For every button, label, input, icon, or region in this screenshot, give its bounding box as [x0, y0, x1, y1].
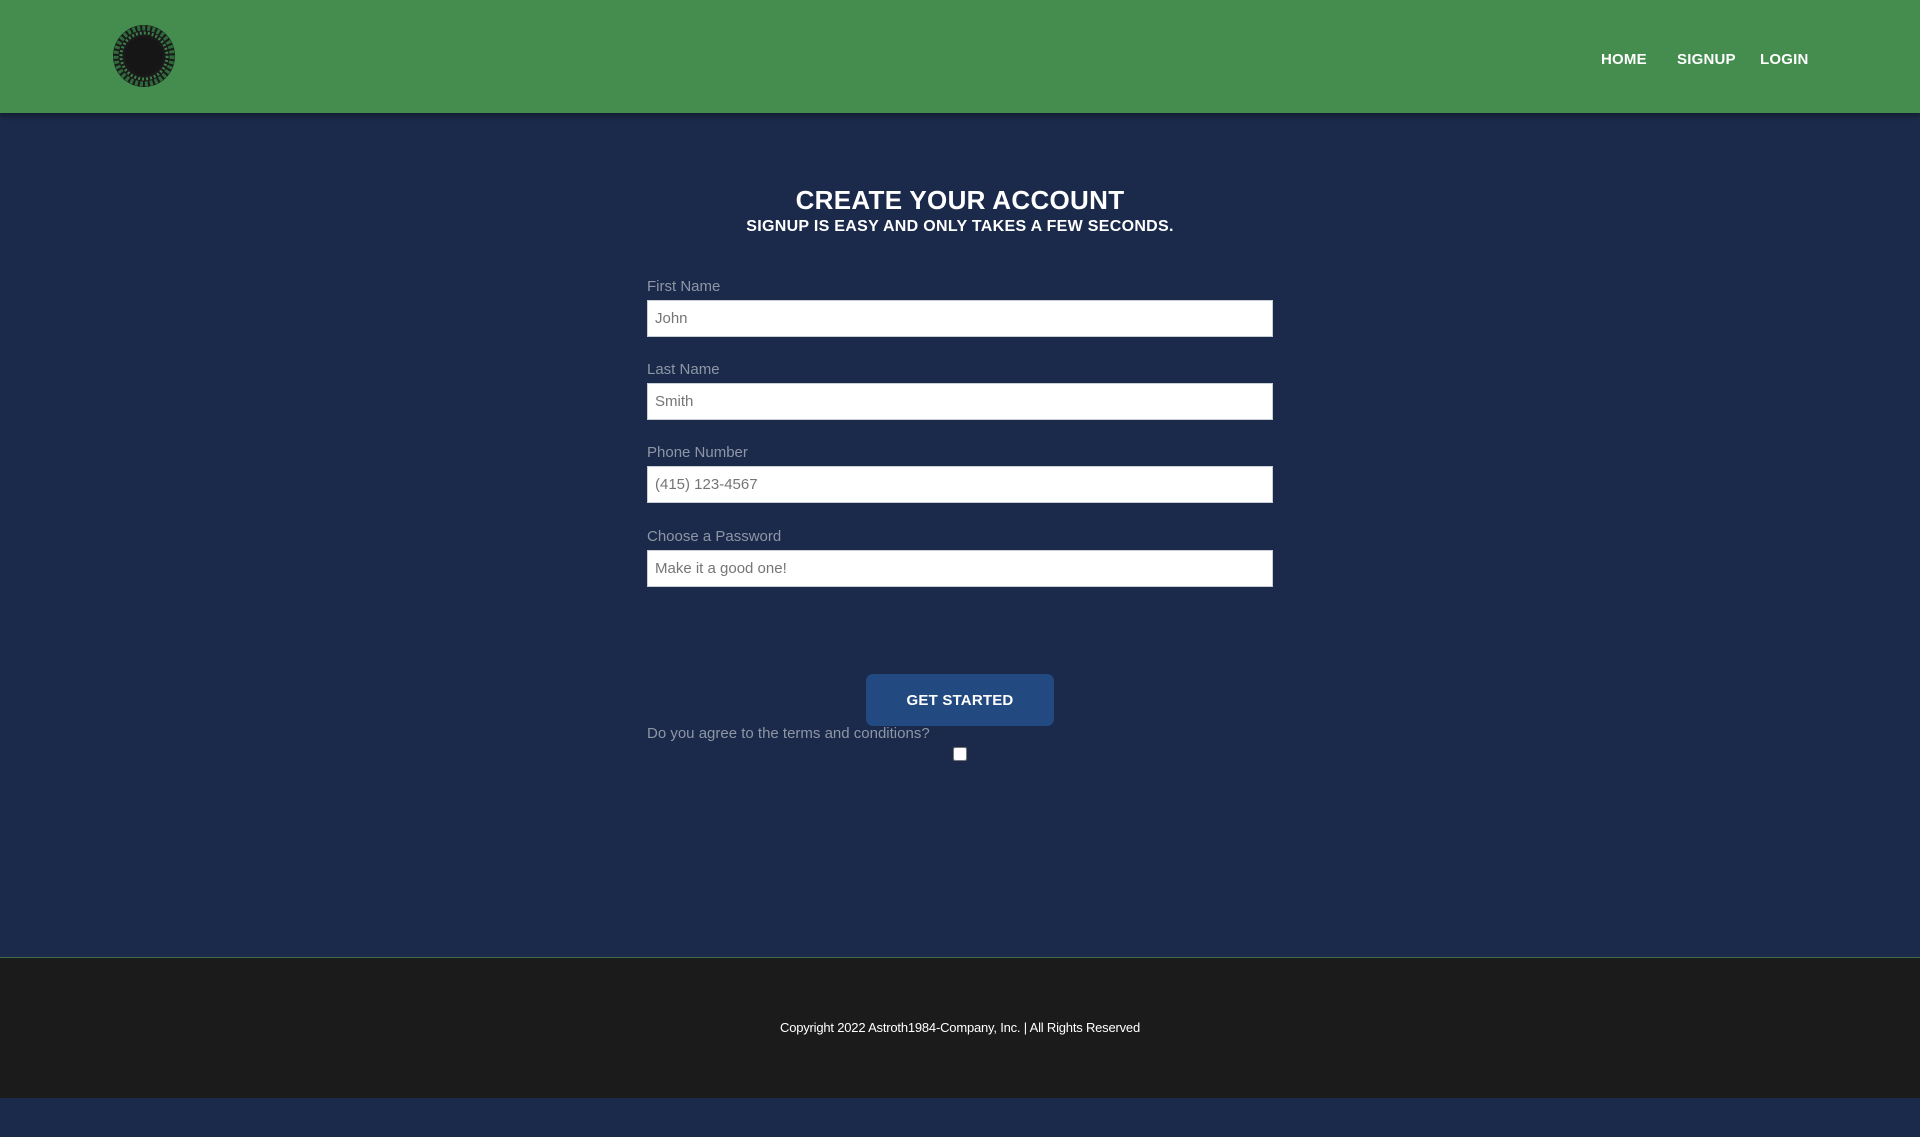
last-name-input[interactable]	[647, 383, 1273, 420]
signup-section: CREATE YOUR ACCOUNT SIGNUP IS EASY AND O…	[0, 113, 1920, 958]
password-label: Choose a Password	[647, 528, 782, 545]
terms-checkbox[interactable]	[953, 747, 967, 761]
nav-login-link[interactable]: LOGIN	[1760, 51, 1809, 68]
last-name-label: Last Name	[647, 361, 720, 378]
nav-signup-link[interactable]: SIGNUP	[1677, 51, 1736, 68]
terms-label: Do you agree to the terms and conditions…	[647, 725, 930, 742]
site-header: HOME SIGNUP LOGIN	[0, 0, 1920, 113]
phone-number-group: Phone Number	[647, 443, 1273, 503]
copyright-text: Copyright 2022 Astroth1984-Company, Inc.…	[780, 1020, 1140, 1035]
first-name-label: First Name	[647, 278, 721, 295]
first-name-group: First Name	[647, 277, 1273, 337]
page-subtitle: SIGNUP IS EASY AND ONLY TAKES A FEW SECO…	[746, 218, 1174, 235]
phone-number-input[interactable]	[647, 466, 1273, 503]
password-input[interactable]	[647, 550, 1273, 587]
page-title: CREATE YOUR ACCOUNT	[795, 185, 1125, 215]
first-name-input[interactable]	[647, 300, 1273, 337]
logo-icon[interactable]	[112, 24, 176, 88]
site-footer: Copyright 2022 Astroth1984-Company, Inc.…	[0, 958, 1920, 1098]
last-name-group: Last Name	[647, 360, 1273, 420]
get-started-button[interactable]: GET STARTED	[866, 674, 1054, 726]
password-group: Choose a Password	[647, 527, 1273, 587]
nav-home-link[interactable]: HOME	[1601, 51, 1647, 68]
phone-number-label: Phone Number	[647, 444, 748, 461]
